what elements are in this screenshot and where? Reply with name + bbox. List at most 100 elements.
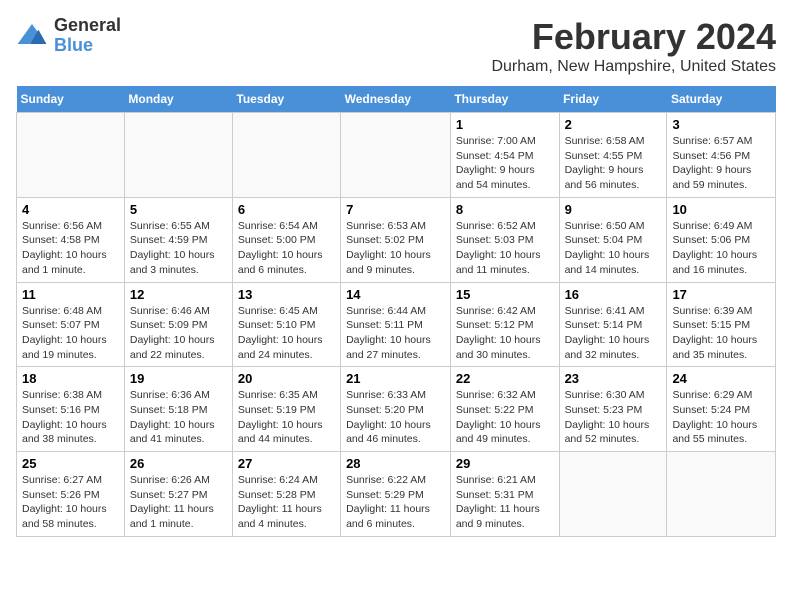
week-row-3: 11 Sunrise: 6:48 AM Sunset: 5:07 PM Dayli…	[17, 282, 776, 367]
day-number: 23	[565, 371, 662, 386]
header-friday: Friday	[559, 86, 667, 113]
calendar-cell	[17, 113, 125, 198]
calendar-cell	[559, 452, 667, 537]
day-number: 11	[22, 287, 119, 302]
calendar-cell: 21 Sunrise: 6:33 AM Sunset: 5:20 PM Dayli…	[341, 367, 451, 452]
calendar-cell	[667, 452, 776, 537]
week-row-4: 18 Sunrise: 6:38 AM Sunset: 5:16 PM Dayli…	[17, 367, 776, 452]
day-number: 16	[565, 287, 662, 302]
calendar-cell	[124, 113, 232, 198]
day-number: 27	[238, 456, 335, 471]
day-detail: Sunrise: 6:26 AM Sunset: 5:27 PM Dayligh…	[130, 473, 227, 532]
calendar-cell: 15Sunrise: 6:42 AM Sunset: 5:12 PM Dayli…	[450, 282, 559, 367]
day-number: 22	[456, 371, 554, 386]
day-detail: Sunrise: 6:53 AM Sunset: 5:02 PM Dayligh…	[346, 219, 445, 278]
day-detail: Sunrise: 6:54 AM Sunset: 5:00 PM Dayligh…	[238, 219, 335, 278]
day-number: 1	[456, 117, 554, 132]
day-number: 29	[456, 456, 554, 471]
day-number: 2	[565, 117, 662, 132]
day-number: 13	[238, 287, 335, 302]
day-detail: Sunrise: 7:00 AM Sunset: 4:54 PM Dayligh…	[456, 134, 554, 193]
day-number: 18	[22, 371, 119, 386]
month-title: February 2024	[491, 16, 776, 58]
day-number: 28	[346, 456, 445, 471]
day-detail: Sunrise: 6:52 AM Sunset: 5:03 PM Dayligh…	[456, 219, 554, 278]
calendar-cell: 23 Sunrise: 6:30 AM Sunset: 5:23 PM Dayli…	[559, 367, 667, 452]
day-number: 7	[346, 202, 445, 217]
calendar-cell: 4Sunrise: 6:56 AM Sunset: 4:58 PM Daylig…	[17, 197, 125, 282]
day-number: 3	[672, 117, 770, 132]
calendar-cell: 16 Sunrise: 6:41 AM Sunset: 5:14 PM Dayli…	[559, 282, 667, 367]
calendar-cell: 10Sunrise: 6:49 AM Sunset: 5:06 PM Dayli…	[667, 197, 776, 282]
header-thursday: Thursday	[450, 86, 559, 113]
page-header: General Blue February 2024 Durham, New H…	[16, 16, 776, 76]
day-number: 15	[456, 287, 554, 302]
header-wednesday: Wednesday	[341, 86, 451, 113]
calendar-cell	[341, 113, 451, 198]
day-number: 9	[565, 202, 662, 217]
location: Durham, New Hampshire, United States	[491, 58, 776, 76]
calendar-cell: 29Sunrise: 6:21 AM Sunset: 5:31 PM Dayli…	[450, 452, 559, 537]
logo-text: General Blue	[54, 16, 121, 56]
logo-general: General	[54, 16, 121, 36]
calendar-cell: 14Sunrise: 6:44 AM Sunset: 5:11 PM Dayli…	[341, 282, 451, 367]
header-row: SundayMondayTuesdayWednesdayThursdayFrid…	[17, 86, 776, 113]
day-detail: Sunrise: 6:46 AM Sunset: 5:09 PM Dayligh…	[130, 304, 227, 363]
day-detail: Sunrise: 6:29 AM Sunset: 5:24 PM Dayligh…	[672, 388, 770, 447]
day-detail: Sunrise: 6:35 AM Sunset: 5:19 PM Dayligh…	[238, 388, 335, 447]
day-number: 24	[672, 371, 770, 386]
calendar-cell: 1 Sunrise: 7:00 AM Sunset: 4:54 PM Daylig…	[450, 113, 559, 198]
calendar-cell: 20 Sunrise: 6:35 AM Sunset: 5:19 PM Dayli…	[232, 367, 340, 452]
day-detail: Sunrise: 6:36 AM Sunset: 5:18 PM Dayligh…	[130, 388, 227, 447]
calendar-cell: 13 Sunrise: 6:45 AM Sunset: 5:10 PM Dayli…	[232, 282, 340, 367]
day-detail: Sunrise: 6:30 AM Sunset: 5:23 PM Dayligh…	[565, 388, 662, 447]
calendar-cell: 9 Sunrise: 6:50 AM Sunset: 5:04 PM Daylig…	[559, 197, 667, 282]
calendar-cell: 12 Sunrise: 6:46 AM Sunset: 5:09 PM Dayli…	[124, 282, 232, 367]
calendar-cell: 19 Sunrise: 6:36 AM Sunset: 5:18 PM Dayli…	[124, 367, 232, 452]
calendar-cell	[232, 113, 340, 198]
day-detail: Sunrise: 6:45 AM Sunset: 5:10 PM Dayligh…	[238, 304, 335, 363]
calendar-cell: 24 Sunrise: 6:29 AM Sunset: 5:24 PM Dayli…	[667, 367, 776, 452]
day-number: 19	[130, 371, 227, 386]
day-detail: Sunrise: 6:38 AM Sunset: 5:16 PM Dayligh…	[22, 388, 119, 447]
calendar-table: SundayMondayTuesdayWednesdayThursdayFrid…	[16, 86, 776, 537]
logo-blue: Blue	[54, 36, 121, 56]
calendar-cell: 18 Sunrise: 6:38 AM Sunset: 5:16 PM Dayli…	[17, 367, 125, 452]
title-block: February 2024 Durham, New Hampshire, Uni…	[491, 16, 776, 76]
day-detail: Sunrise: 6:39 AM Sunset: 5:15 PM Dayligh…	[672, 304, 770, 363]
calendar-cell: 6 Sunrise: 6:54 AM Sunset: 5:00 PM Daylig…	[232, 197, 340, 282]
day-number: 21	[346, 371, 445, 386]
week-row-5: 25 Sunrise: 6:27 AM Sunset: 5:26 PM Dayli…	[17, 452, 776, 537]
day-detail: Sunrise: 6:32 AM Sunset: 5:22 PM Dayligh…	[456, 388, 554, 447]
day-number: 20	[238, 371, 335, 386]
day-detail: Sunrise: 6:48 AM Sunset: 5:07 PM Dayligh…	[22, 304, 119, 363]
day-detail: Sunrise: 6:33 AM Sunset: 5:20 PM Dayligh…	[346, 388, 445, 447]
calendar-cell: 25 Sunrise: 6:27 AM Sunset: 5:26 PM Dayli…	[17, 452, 125, 537]
calendar-cell: 11 Sunrise: 6:48 AM Sunset: 5:07 PM Dayli…	[17, 282, 125, 367]
day-detail: Sunrise: 6:58 AM Sunset: 4:55 PM Dayligh…	[565, 134, 662, 193]
calendar-cell: 17Sunrise: 6:39 AM Sunset: 5:15 PM Dayli…	[667, 282, 776, 367]
day-number: 6	[238, 202, 335, 217]
calendar-cell: 22 Sunrise: 6:32 AM Sunset: 5:22 PM Dayli…	[450, 367, 559, 452]
day-detail: Sunrise: 6:22 AM Sunset: 5:29 PM Dayligh…	[346, 473, 445, 532]
calendar-cell: 3Sunrise: 6:57 AM Sunset: 4:56 PM Daylig…	[667, 113, 776, 198]
calendar-cell: 2 Sunrise: 6:58 AM Sunset: 4:55 PM Daylig…	[559, 113, 667, 198]
day-detail: Sunrise: 6:44 AM Sunset: 5:11 PM Dayligh…	[346, 304, 445, 363]
logo: General Blue	[16, 16, 121, 56]
calendar-cell: 28 Sunrise: 6:22 AM Sunset: 5:29 PM Dayli…	[341, 452, 451, 537]
calendar-cell: 7 Sunrise: 6:53 AM Sunset: 5:02 PM Daylig…	[341, 197, 451, 282]
header-monday: Monday	[124, 86, 232, 113]
day-detail: Sunrise: 6:50 AM Sunset: 5:04 PM Dayligh…	[565, 219, 662, 278]
calendar-cell: 5Sunrise: 6:55 AM Sunset: 4:59 PM Daylig…	[124, 197, 232, 282]
day-number: 4	[22, 202, 119, 217]
day-number: 12	[130, 287, 227, 302]
header-sunday: Sunday	[17, 86, 125, 113]
day-number: 10	[672, 202, 770, 217]
day-number: 26	[130, 456, 227, 471]
calendar-cell: 26 Sunrise: 6:26 AM Sunset: 5:27 PM Dayli…	[124, 452, 232, 537]
day-number: 25	[22, 456, 119, 471]
day-number: 5	[130, 202, 227, 217]
day-detail: Sunrise: 6:27 AM Sunset: 5:26 PM Dayligh…	[22, 473, 119, 532]
calendar-cell: 8Sunrise: 6:52 AM Sunset: 5:03 PM Daylig…	[450, 197, 559, 282]
day-detail: Sunrise: 6:41 AM Sunset: 5:14 PM Dayligh…	[565, 304, 662, 363]
